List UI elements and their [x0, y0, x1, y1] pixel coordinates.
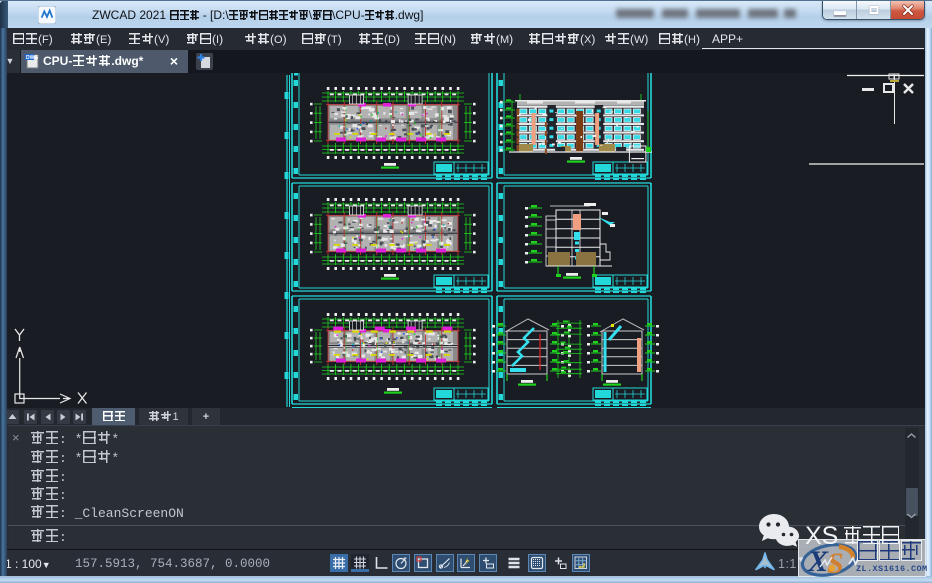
svg-text:DWG: DWG — [26, 55, 38, 61]
